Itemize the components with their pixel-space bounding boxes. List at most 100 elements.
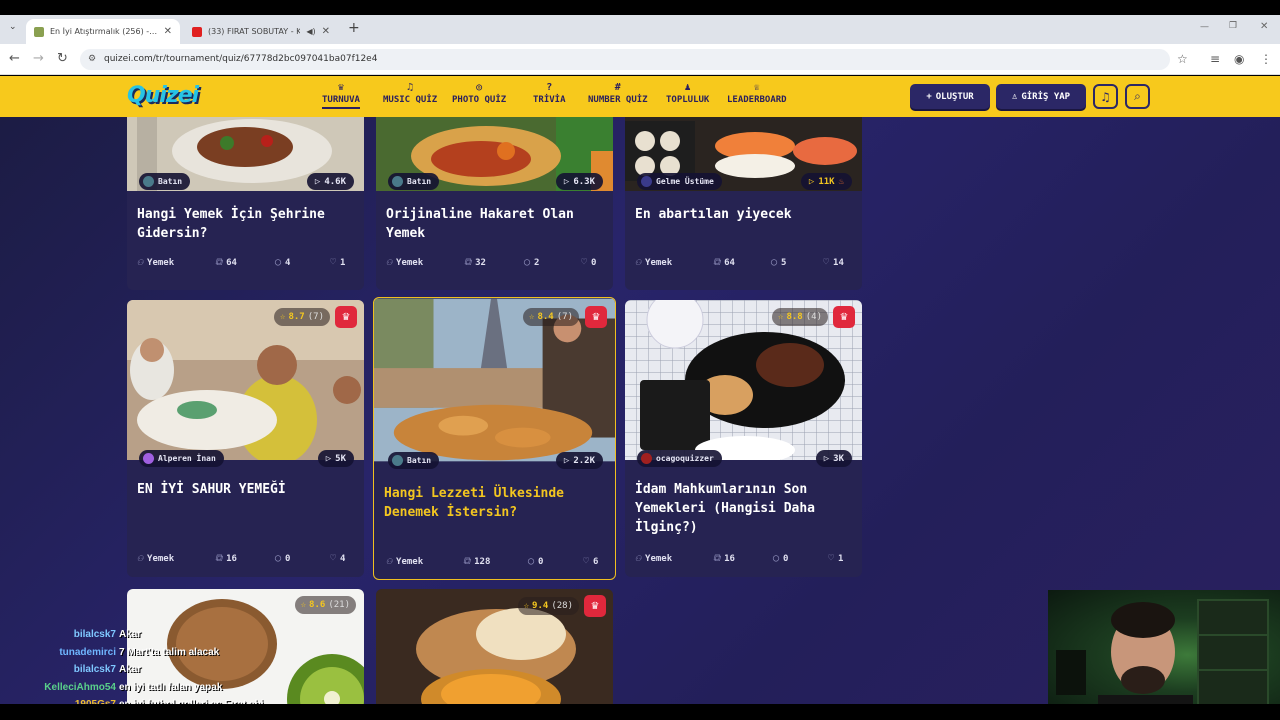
site-info-icon[interactable]: ⚙ bbox=[88, 49, 96, 70]
like-count-value: 4 bbox=[340, 553, 346, 564]
quiz-title[interactable]: En abartılan yiyecek bbox=[635, 205, 852, 224]
crown-icon[interactable]: ♛ bbox=[585, 306, 607, 328]
like-count[interactable]: ♡ 0 bbox=[581, 257, 596, 268]
chat-text: en iyi tatlı falan yapak bbox=[119, 681, 223, 693]
play-count: 4.6K bbox=[324, 176, 346, 187]
play-icon: ▷ bbox=[314, 176, 321, 187]
minimize-icon[interactable]: — bbox=[1200, 22, 1209, 32]
rating-count: (7) bbox=[307, 312, 324, 322]
play-count-badge: ▷ 6.3K bbox=[555, 173, 603, 190]
author-chip[interactable]: Batın bbox=[388, 452, 440, 469]
nav-music-quiz[interactable]: ♫ MUSIC QUİZ bbox=[383, 81, 437, 105]
category-label: Yemek bbox=[396, 556, 424, 567]
comment-icon: ◯ bbox=[275, 257, 282, 268]
play-count: 3K bbox=[833, 453, 844, 464]
tab-close-icon[interactable]: ✕ bbox=[164, 26, 172, 37]
quiz-title[interactable]: Hangi Yemek İçin Şehrine Gidersin? bbox=[137, 205, 354, 243]
play-count-badge: ▷ 5K bbox=[317, 450, 354, 467]
window-close-icon[interactable]: ✕ bbox=[1260, 21, 1268, 32]
trophy-icon: ♛ bbox=[337, 82, 344, 93]
comment-count: ◯ 0 bbox=[275, 553, 290, 564]
crown-icon[interactable]: ♛ bbox=[584, 595, 606, 617]
comment-count: ◯ 2 bbox=[524, 257, 539, 268]
nav-turnuva[interactable]: ♛ TURNUVA bbox=[322, 81, 360, 109]
crown-icon[interactable]: ♛ bbox=[335, 306, 357, 328]
quiz-card[interactable]: Batın ▷ 6.3K Orijinaline Hakaret Olan Ye… bbox=[376, 117, 613, 290]
chat-text: Akar bbox=[119, 629, 142, 641]
like-count[interactable]: ♡ 1 bbox=[330, 257, 345, 268]
avatar bbox=[392, 455, 403, 466]
notification-bell-icon[interactable]: ♫ bbox=[1093, 84, 1118, 109]
category-label: Yemek bbox=[147, 257, 175, 268]
quiz-title[interactable]: EN İYİ SAHUR YEMEĞİ bbox=[137, 480, 354, 499]
profile-icon[interactable]: ◉ bbox=[1234, 52, 1244, 66]
tab-title: (33) FIRAT SOBUTAY - KIZIL... bbox=[208, 27, 301, 36]
author-chip[interactable]: ocagoquizzer bbox=[637, 450, 722, 467]
quiz-title[interactable]: Orijinaline Hakaret Olan Yemek bbox=[386, 205, 603, 243]
like-count[interactable]: ♡ 4 bbox=[330, 553, 345, 564]
search-icon[interactable]: ⌕ bbox=[1125, 84, 1150, 109]
quiz-card[interactable]: ☆ 8.8 (4) ♛ ocagoquizzer ▷ 3K İdam Mahku… bbox=[625, 300, 862, 577]
nav-label: MUSIC QUİZ bbox=[383, 95, 438, 105]
like-count-value: 1 bbox=[340, 257, 346, 268]
nav-leaderboard[interactable]: ♕ LEADERBOARD bbox=[727, 81, 787, 105]
tab-close-icon[interactable]: ✕ bbox=[322, 26, 330, 37]
category[interactable]: ⚇ Yemek bbox=[137, 257, 174, 268]
rating-count: (4) bbox=[805, 312, 822, 322]
quiz-card[interactable]: Batın ▷ 4.6K Hangi Yemek İçin Şehrine Gi… bbox=[127, 117, 364, 290]
comment-icon: ◯ bbox=[275, 553, 282, 564]
community-icon: ♟ bbox=[684, 82, 691, 93]
nav-topluluk[interactable]: ♟ TOPLULUK bbox=[666, 81, 709, 105]
quiz-card[interactable]: ☆ 9.4 (28) ♛ bbox=[376, 589, 613, 704]
browser-tab-active[interactable]: En İyi Atıştırmalık (256) - Tier Li... ✕ bbox=[26, 19, 180, 44]
quizei-logo[interactable]: Quizei bbox=[127, 83, 199, 108]
category[interactable]: ⚇ Yemek bbox=[635, 257, 672, 268]
nav-trivia[interactable]: ? TRİVİA bbox=[533, 81, 566, 105]
restore-icon[interactable]: ❐ bbox=[1229, 21, 1237, 31]
browser-tab-youtube[interactable]: (33) FIRAT SOBUTAY - KIZIL... ◀) ✕ bbox=[184, 19, 338, 44]
crown-icon[interactable]: ♛ bbox=[833, 306, 855, 328]
quiz-card[interactable]: ☆ 8.7 (7) ♛ Alperen İnan ▷ 5K EN İYİ SAH… bbox=[127, 300, 364, 577]
bookmark-star-icon[interactable]: ☆ bbox=[1177, 52, 1188, 66]
create-button[interactable]: + OLUŞTUR bbox=[910, 84, 990, 109]
comment-count-value: 0 bbox=[538, 556, 544, 567]
item-count: ⧉ 128 bbox=[463, 556, 490, 567]
login-button[interactable]: ♙ GİRİŞ YAP bbox=[996, 84, 1086, 109]
media-controls-icon[interactable]: ≡ bbox=[1210, 52, 1220, 66]
new-tab-button[interactable]: + bbox=[348, 20, 360, 36]
reload-icon[interactable]: ↻ bbox=[57, 52, 68, 66]
category[interactable]: ⚇ Yemek bbox=[635, 553, 672, 564]
quiz-title[interactable]: Hangi Lezzeti Ülkesinde Denemek İstersin… bbox=[384, 484, 605, 522]
nav-label: PHOTO QUİZ bbox=[452, 95, 507, 105]
menu-kebab-icon[interactable]: ⋮ bbox=[1260, 52, 1272, 66]
quiz-meta: ⚇ Yemek ⧉ 32 ◯ 2 ♡ 0 bbox=[386, 257, 603, 271]
like-count[interactable]: ♡ 14 bbox=[823, 257, 844, 268]
category[interactable]: ⚇ Yemek bbox=[386, 257, 423, 268]
forward-arrow-icon[interactable]: → bbox=[33, 52, 44, 66]
author-chip[interactable]: Alperen İnan bbox=[139, 450, 224, 467]
author-chip[interactable]: Batın bbox=[139, 173, 191, 190]
play-count-badge: ▷ 4.6K bbox=[306, 173, 354, 190]
category[interactable]: ⚇ Yemek bbox=[386, 556, 423, 567]
avatar bbox=[143, 453, 154, 464]
category[interactable]: ⚇ Yemek bbox=[137, 553, 174, 564]
like-count[interactable]: ♡ 6 bbox=[583, 556, 598, 567]
author-chip[interactable]: Gelme Üstüme bbox=[637, 173, 722, 190]
question-bubble-icon: ? bbox=[546, 82, 553, 93]
author-chip[interactable]: Batın bbox=[388, 173, 440, 190]
star-icon: ☆ bbox=[280, 312, 286, 322]
play-count: 11K bbox=[818, 176, 835, 187]
nav-photo-quiz[interactable]: ◎ PHOTO QUİZ bbox=[452, 81, 506, 105]
address-bar[interactable]: ⚙ quizei.com/tr/tournament/quiz/67778d2b… bbox=[80, 49, 1170, 70]
like-count[interactable]: ♡ 1 bbox=[828, 553, 843, 564]
audio-playing-icon[interactable]: ◀) bbox=[306, 27, 315, 36]
tab-list-chevron-icon[interactable]: ⌄ bbox=[9, 22, 17, 32]
quiz-title[interactable]: İdam Mahkumlarının Son Yemekleri (Hangis… bbox=[635, 480, 852, 537]
play-icon: ▷ bbox=[808, 176, 815, 187]
comment-count: ◯ 0 bbox=[528, 556, 543, 567]
back-arrow-icon[interactable]: ← bbox=[9, 52, 20, 66]
nav-number-quiz[interactable]: # NUMBER QUİZ bbox=[588, 81, 648, 105]
quiz-card-hovered[interactable]: ☆ 8.4 (7) ♛ Batın ▷ 2.2K Hangi Lezzeti Ü… bbox=[373, 297, 616, 580]
quiz-card[interactable]: Gelme Üstüme ▷ 11K ♨ En abartılan yiyece… bbox=[625, 117, 862, 290]
quizei-favicon-icon bbox=[34, 26, 44, 37]
